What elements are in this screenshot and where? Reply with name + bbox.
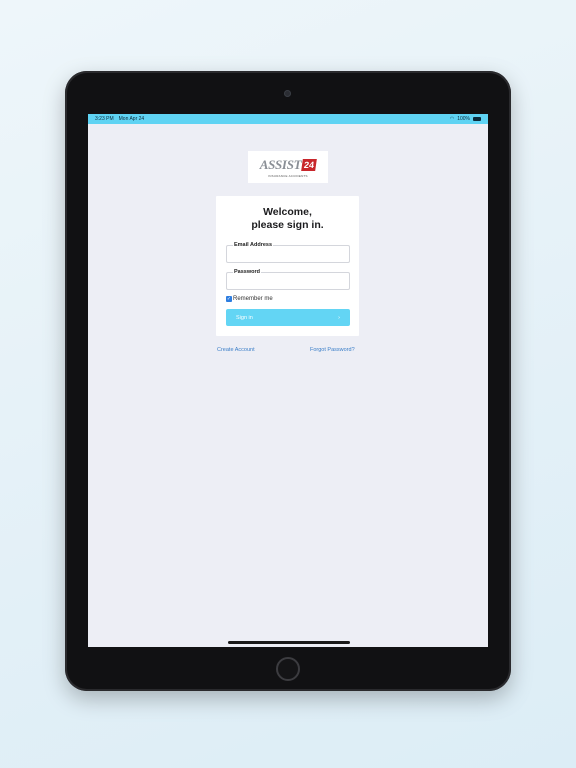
- email-label: Email Address: [233, 242, 274, 248]
- home-indicator: [228, 641, 350, 644]
- screen: 3:23 PM Mon Apr 24 ◠ 100% ASSIST 24 INSU…: [88, 114, 488, 647]
- welcome-line-1: Welcome,: [263, 206, 312, 218]
- sign-in-label: Sign in: [236, 314, 253, 321]
- status-time: 3:23 PM: [95, 116, 114, 122]
- create-account-link[interactable]: Create Account: [217, 347, 255, 353]
- battery-icon: [473, 117, 481, 121]
- remember-checkbox[interactable]: ✓: [226, 296, 232, 302]
- forgot-password-link[interactable]: Forgot Password?: [310, 347, 355, 353]
- welcome-heading: Welcome, please sign in.: [216, 206, 359, 232]
- logo-tagline: INSURANCE ACCIDENTS: [268, 173, 308, 178]
- sign-in-button[interactable]: Sign in ›: [226, 309, 350, 326]
- wifi-icon: ◠: [449, 116, 455, 122]
- sign-in-card: Welcome, please sign in. Email Address P…: [216, 196, 359, 336]
- remember-label: Remember me: [233, 296, 273, 302]
- status-date: Mon Apr 24: [118, 116, 145, 122]
- battery-percent: 100%: [457, 116, 470, 122]
- welcome-line-2: please sign in.: [251, 219, 324, 231]
- chevron-right-icon: ›: [338, 314, 340, 321]
- logo-name: ASSIST: [259, 156, 302, 172]
- app-logo: ASSIST 24 INSURANCE ACCIDENTS: [248, 151, 328, 183]
- logo-badge: 24: [301, 158, 318, 171]
- home-button[interactable]: [276, 657, 300, 681]
- status-bar: 3:23 PM Mon Apr 24 ◠ 100%: [88, 114, 488, 124]
- remember-me[interactable]: ✓ Remember me: [226, 296, 273, 302]
- tablet-frame: 3:23 PM Mon Apr 24 ◠ 100% ASSIST 24 INSU…: [65, 71, 511, 691]
- camera-icon: [284, 90, 291, 97]
- password-label: Password: [233, 269, 261, 275]
